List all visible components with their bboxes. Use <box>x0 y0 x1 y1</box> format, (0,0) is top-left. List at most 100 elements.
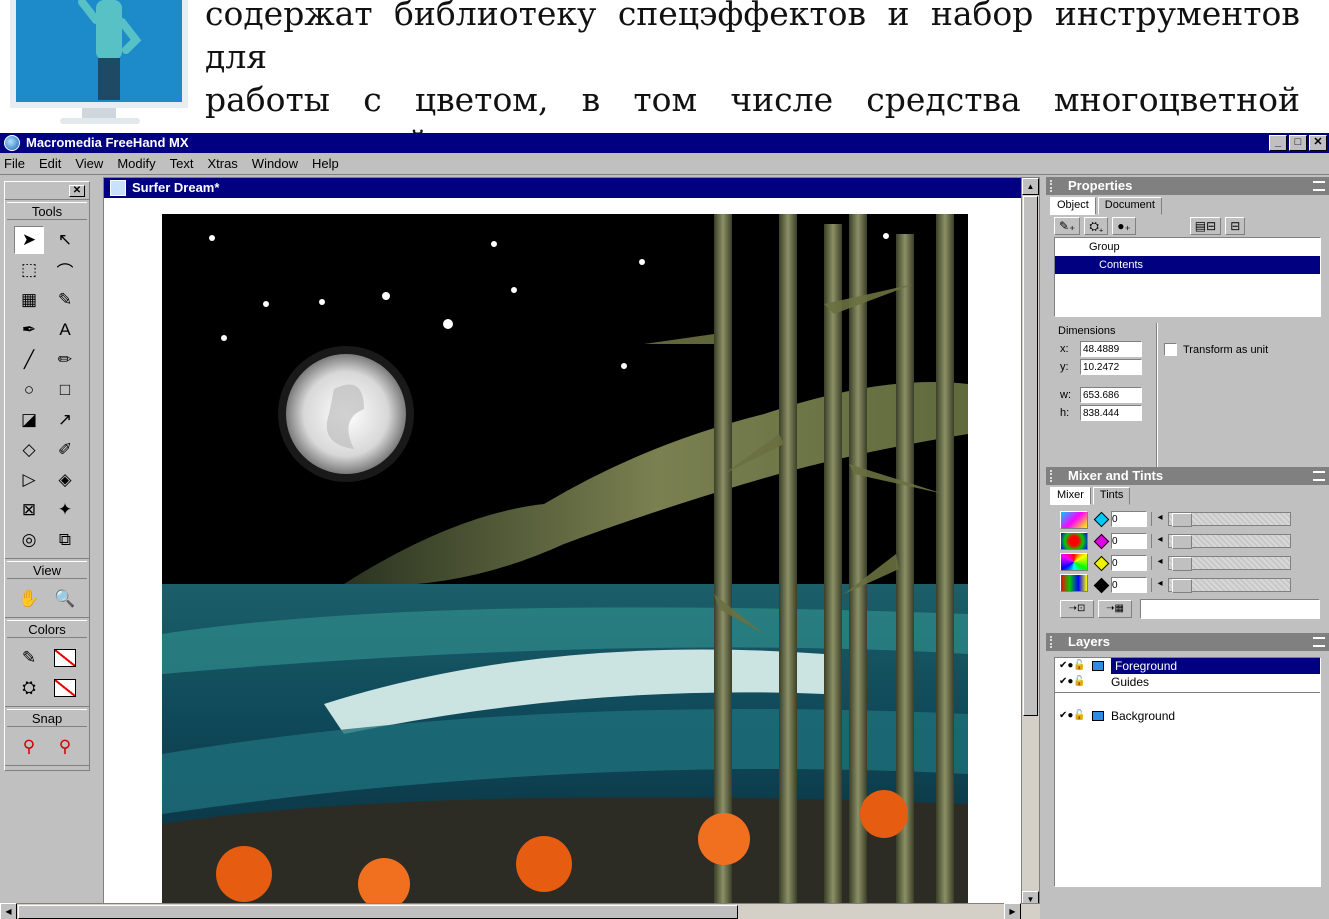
document-vertical-scrollbar[interactable]: ▲ ▼ <box>1021 178 1039 908</box>
eraser-tool-icon[interactable]: ◇ <box>14 436 44 464</box>
tab-tints[interactable]: Tints <box>1092 487 1131 505</box>
properties-panel-title[interactable]: Properties <box>1046 177 1329 195</box>
cmyk-mode-icon[interactable] <box>1060 511 1088 529</box>
eyedropper-tool-icon[interactable]: ✎ <box>50 286 80 314</box>
vertical-scroll-thumb[interactable] <box>1023 196 1038 716</box>
menu-help[interactable]: Help <box>312 156 339 171</box>
toolbox-close-button[interactable]: ✕ <box>69 185 85 197</box>
calligraphic-pen-icon[interactable]: ✐ <box>50 436 80 464</box>
close-button[interactable]: ✕ <box>1309 135 1327 151</box>
yellow-slider[interactable] <box>1151 556 1291 571</box>
add-stroke-button[interactable]: ✎₊ <box>1054 217 1081 235</box>
subselect-tool-icon[interactable]: ↖ <box>50 226 80 254</box>
menu-edit[interactable]: Edit <box>39 156 61 171</box>
add-effect-button[interactable]: ●₊ <box>1112 217 1136 235</box>
black-input[interactable] <box>1111 577 1147 593</box>
h-input[interactable] <box>1080 405 1142 421</box>
zoom-tool-icon[interactable]: 🔍 <box>50 585 80 613</box>
graphic-hose-icon[interactable]: ✦ <box>50 496 80 524</box>
chart-tool-icon[interactable]: ⧉ <box>50 526 80 554</box>
layer-row[interactable]: ✔●🔓 Foreground <box>1055 658 1320 674</box>
menu-view[interactable]: View <box>75 156 103 171</box>
extrude-tool-icon[interactable]: ◈ <box>50 466 80 494</box>
menu-modify[interactable]: Modify <box>117 156 155 171</box>
maximize-button[interactable]: □ <box>1289 135 1307 151</box>
w-input[interactable] <box>1080 387 1142 403</box>
document-titlebar[interactable]: Surfer Dream* <box>104 178 1022 198</box>
fill-color-swatch[interactable] <box>50 674 80 702</box>
cyan-slider[interactable] <box>1151 512 1291 527</box>
hand-tool-icon[interactable]: ✋ <box>14 585 44 613</box>
checkbox-icon[interactable] <box>1164 343 1177 356</box>
artwork-canvas[interactable] <box>124 214 1019 908</box>
scroll-right-icon[interactable]: ▶ <box>1004 903 1021 919</box>
mixer-panel-title[interactable]: Mixer and Tints <box>1046 467 1329 485</box>
scale-tool-icon[interactable]: ▦ <box>14 286 44 314</box>
magenta-input[interactable] <box>1111 533 1147 549</box>
add-to-tints-button[interactable]: ➝▦ <box>1098 600 1132 618</box>
knife-tool-icon[interactable]: ↗ <box>50 406 80 434</box>
panel-grip-icon[interactable] <box>1050 636 1054 648</box>
layer-color-swatch[interactable] <box>1092 661 1104 671</box>
toolbox-header[interactable]: ✕ <box>5 182 89 200</box>
snap-to-object-icon[interactable]: ⚲ <box>50 733 80 761</box>
layer-color-swatch[interactable] <box>1092 711 1104 721</box>
freeform-tool-icon[interactable]: ◪ <box>14 406 44 434</box>
system-color-icon[interactable] <box>1060 574 1088 592</box>
black-slider[interactable] <box>1151 578 1291 593</box>
delete-item-button[interactable]: ⊟ <box>1225 217 1246 235</box>
minimize-button[interactable]: _ <box>1269 135 1287 151</box>
cyan-input[interactable] <box>1111 511 1147 527</box>
scroll-left-icon[interactable]: ◀ <box>0 903 17 919</box>
layer-row[interactable]: ✔●🔓 Guides <box>1055 674 1320 690</box>
y-input[interactable] <box>1080 359 1142 375</box>
panel-options-icon[interactable] <box>1313 181 1325 191</box>
tree-item-contents[interactable]: Contents <box>1055 256 1320 274</box>
yellow-input[interactable] <box>1111 555 1147 571</box>
duplicate-item-button[interactable]: ▤⊟ <box>1189 217 1222 235</box>
add-fill-button[interactable]: ⛭₊ <box>1084 217 1109 235</box>
panel-options-icon[interactable] <box>1313 471 1325 481</box>
menu-file[interactable]: File <box>4 156 25 171</box>
horizontal-scroll-thumb[interactable] <box>18 905 738 919</box>
menu-window[interactable]: Window <box>252 156 298 171</box>
pen-tool-icon[interactable]: ✒ <box>14 316 44 344</box>
page-tool-icon[interactable]: ⬚ <box>14 256 44 284</box>
magenta-slider[interactable] <box>1151 534 1291 549</box>
layer-name[interactable]: Guides <box>1111 674 1149 690</box>
stroke-color-swatch[interactable] <box>50 644 80 672</box>
transform-as-unit-checkbox[interactable]: Transform as unit <box>1164 343 1268 356</box>
hls-mode-icon[interactable] <box>1060 553 1088 571</box>
pencil-tool-icon[interactable]: ✏ <box>50 346 80 374</box>
layer-name[interactable]: Background <box>1111 708 1175 724</box>
layer-visibility-lock-icon[interactable]: ✔●🔓 <box>1059 674 1089 690</box>
app-titlebar[interactable]: Macromedia FreeHand MX _ □ ✕ <box>0 133 1329 153</box>
line-tool-icon[interactable]: ╱ <box>14 346 44 374</box>
rectangle-tool-icon[interactable]: □ <box>50 376 80 404</box>
rgb-mode-icon[interactable] <box>1060 532 1088 550</box>
tree-item-group[interactable]: Group <box>1055 238 1320 256</box>
lasso-tool-icon[interactable]: ⌒ <box>50 256 80 284</box>
tab-object[interactable]: Object <box>1050 197 1096 215</box>
connector-tool-icon[interactable]: ▷ <box>14 466 44 494</box>
add-to-swatches-button[interactable]: ➝⊡ <box>1060 600 1094 618</box>
color-preview-field[interactable] <box>1140 599 1320 619</box>
tab-document[interactable]: Document <box>1097 197 1162 215</box>
layer-name[interactable]: Foreground <box>1111 658 1320 674</box>
panel-grip-icon[interactable] <box>1050 180 1054 192</box>
document-horizontal-scrollbar[interactable]: ◀ ▶ <box>0 903 1040 919</box>
panel-grip-icon[interactable] <box>1050 470 1054 482</box>
pointer-tool-icon[interactable]: ➤ <box>14 226 44 254</box>
layers-panel-title[interactable]: Layers <box>1046 633 1329 651</box>
tab-mixer[interactable]: Mixer <box>1050 487 1091 505</box>
snap-to-point-icon[interactable]: ⚲ <box>14 733 44 761</box>
menu-text[interactable]: Text <box>170 156 194 171</box>
scroll-up-icon[interactable]: ▲ <box>1022 178 1039 195</box>
text-tool-icon[interactable]: A <box>50 316 80 344</box>
ellipse-tool-icon[interactable]: ○ <box>14 376 44 404</box>
x-input[interactable] <box>1080 341 1142 357</box>
layer-visibility-lock-icon[interactable]: ✔●🔓 <box>1059 708 1089 724</box>
panel-options-icon[interactable] <box>1313 637 1325 647</box>
layer-row[interactable]: ✔●🔓 Background <box>1055 708 1320 724</box>
layer-visibility-lock-icon[interactable]: ✔●🔓 <box>1059 658 1089 674</box>
